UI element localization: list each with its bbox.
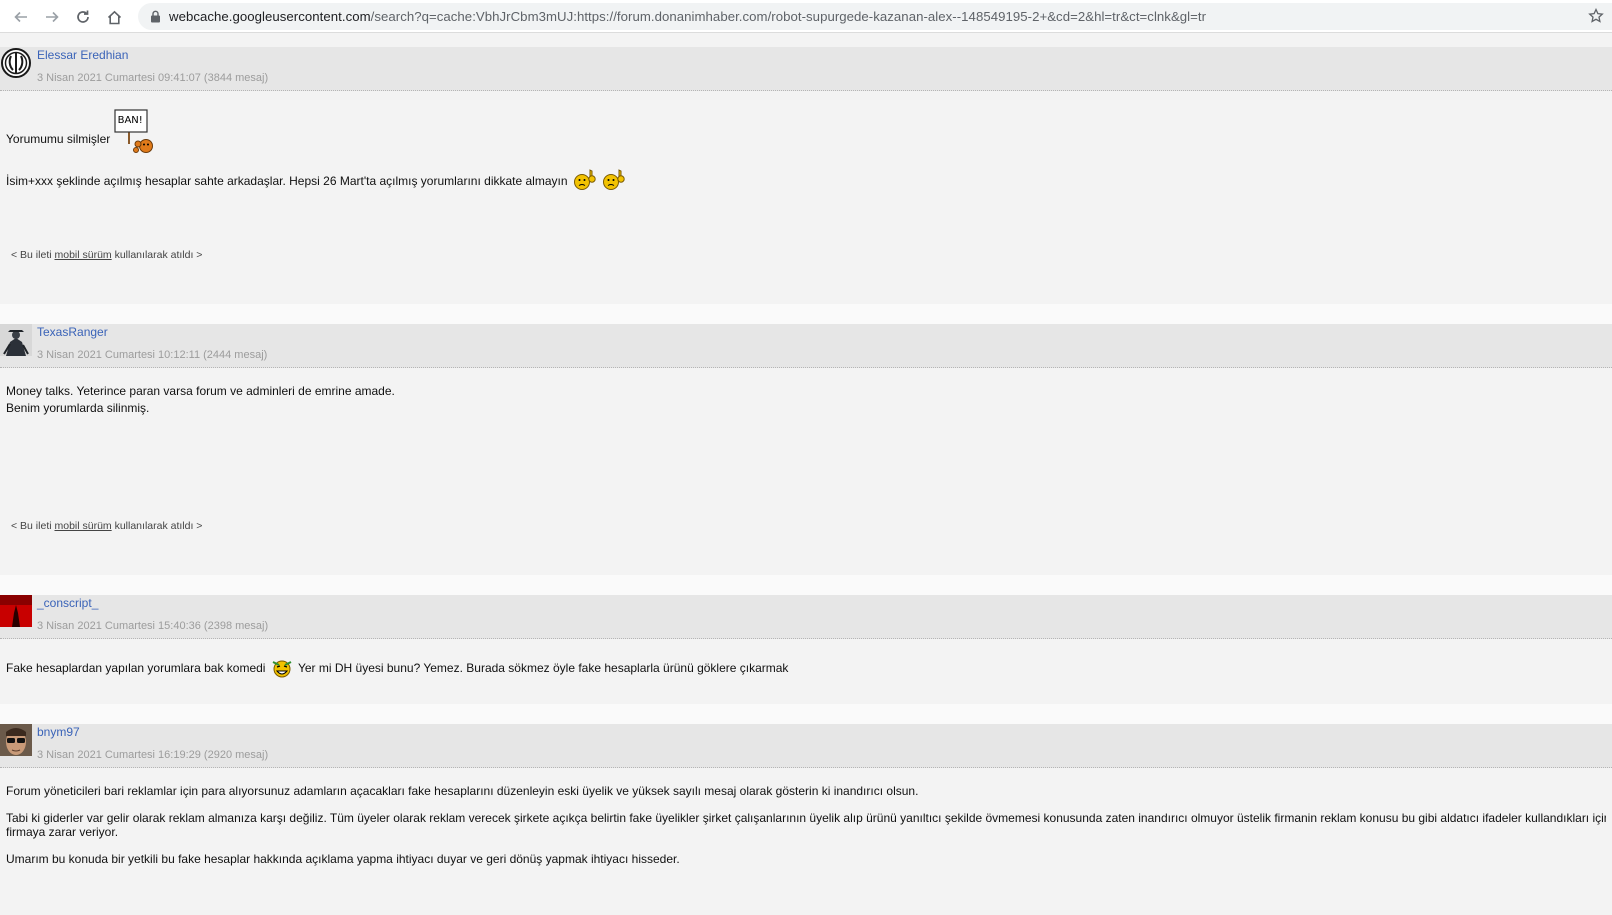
red-figure-avatar-icon [0, 595, 32, 627]
post-header: Elessar Eredhian 3 Nisan 2021 Cumartesi … [0, 47, 1612, 91]
home-icon [107, 10, 121, 24]
username-link[interactable]: bnym97 [37, 725, 80, 739]
post-meta: 3 Nisan 2021 Cumartesi 16:19:29 (2920 me… [37, 749, 269, 761]
post-paragraph: firmaya zarar veriyor. [6, 825, 119, 839]
browser-toolbar: webcache.googleusercontent.com/search?q=… [0, 0, 1612, 33]
post-paragraph: Umarım bu konuda bir yetkili bu fake hes… [6, 852, 680, 866]
arrow-right-icon [46, 11, 59, 23]
thinking-smiley-icon [573, 169, 596, 190]
jedi-emblem-icon [0, 47, 32, 79]
avatar[interactable] [0, 47, 32, 79]
url-host: webcache.googleusercontent.com [169, 9, 371, 24]
post-separator [0, 575, 1612, 595]
post-text: Yorumumu silmişler BAN! [6, 109, 158, 162]
post-paragraph: Forum yöneticileri bari reklamlar için p… [6, 784, 919, 798]
sunglasses-avatar-icon [0, 724, 32, 756]
post-separator [0, 704, 1612, 724]
ban-smiley-icon: BAN! [113, 108, 158, 153]
mobile-version-note: < Bu ileti mobil sürüm kullanılarak atıl… [11, 249, 202, 261]
post-separator [0, 304, 1612, 324]
post-line: Yer mi DH üyesi bunu? Yemez. Burada sökm… [297, 661, 789, 676]
post-text: Money talks. Yeterince paran varsa forum… [6, 384, 395, 398]
post-text: İsim+xxx şeklinde açılmış hesaplar sahte… [6, 169, 628, 195]
bookmark-star-icon[interactable] [1588, 8, 1604, 24]
post-line: Yorumumu silmişler [6, 132, 111, 147]
url-text[interactable]: webcache.googleusercontent.com/search?q=… [169, 9, 1206, 24]
mobile-version-note: < Bu ileti mobil sürüm kullanılarak atıl… [11, 520, 202, 532]
thinking-smiley-icon [603, 169, 625, 190]
home-button[interactable] [103, 6, 125, 28]
note-prefix: < Bu ileti [11, 249, 55, 261]
post-meta: 3 Nisan 2021 Cumartesi 15:40:36 (2398 me… [37, 620, 269, 632]
note-prefix: < Bu ileti [11, 520, 55, 532]
post-meta: 3 Nisan 2021 Cumartesi 10:12:11 (2444 me… [37, 349, 268, 361]
mobile-version-link[interactable]: mobil sürüm [54, 249, 111, 261]
avatar[interactable] [0, 595, 32, 627]
post-text: Fake hesaplardan yapılan yorumlara bak k… [6, 656, 788, 682]
laughing-smiley-icon [272, 660, 292, 678]
lock-icon[interactable] [150, 10, 161, 23]
back-button[interactable] [10, 6, 32, 28]
post-header: TexasRanger 3 Nisan 2021 Cumartesi 10:12… [0, 324, 1612, 368]
reload-button[interactable] [72, 6, 94, 28]
username-link[interactable]: _conscript_ [37, 596, 98, 610]
post-meta: 3 Nisan 2021 Cumartesi 09:41:07 (3844 me… [37, 72, 269, 84]
username-link[interactable]: TexasRanger [37, 325, 108, 339]
post-paragraph: Tabi ki giderler var gelir olarak reklam… [6, 811, 1606, 825]
post-line: İsim+xxx şeklinde açılmış hesaplar sahte… [6, 174, 568, 189]
reload-icon [77, 10, 89, 23]
username-link[interactable]: Elessar Eredhian [37, 48, 128, 62]
post-line: Fake hesaplardan yapılan yorumlara bak k… [6, 661, 266, 676]
post-text: Benim yorumlarda silinmiş. [6, 401, 150, 415]
arrow-left-icon [14, 11, 27, 23]
post-header: bnym97 3 Nisan 2021 Cumartesi 16:19:29 (… [0, 724, 1612, 768]
mobile-version-link[interactable]: mobil sürüm [54, 520, 111, 532]
avatar[interactable] [0, 724, 32, 756]
note-suffix: kullanılarak atıldı > [111, 249, 203, 261]
forward-button[interactable] [41, 6, 63, 28]
cowboy-avatar-icon [0, 324, 32, 356]
post-header: _conscript_ 3 Nisan 2021 Cumartesi 15:40… [0, 595, 1612, 639]
note-suffix: kullanılarak atıldı > [111, 520, 203, 532]
avatar[interactable] [0, 324, 32, 356]
ban-sign-text: BAN! [117, 115, 143, 126]
address-bar[interactable]: webcache.googleusercontent.com/search?q=… [138, 3, 1612, 30]
url-path: /search?q=cache:VbhJrCbm3mUJ:https://for… [370, 9, 1207, 24]
